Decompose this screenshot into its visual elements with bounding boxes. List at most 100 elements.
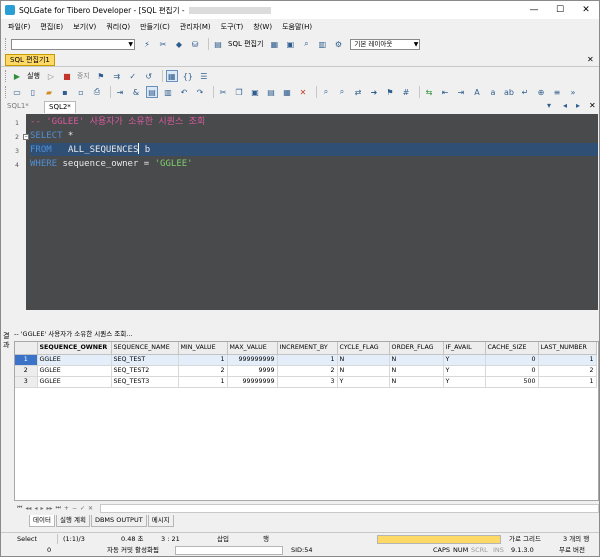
menu-help[interactable]: 도움말(H): [277, 22, 317, 32]
disconnect-icon[interactable]: ✂: [157, 38, 169, 50]
arrow-left-icon[interactable]: ◂: [563, 101, 567, 110]
menu-view[interactable]: 보기(V): [68, 22, 101, 32]
table-cell[interactable]: 1: [178, 376, 228, 388]
toggle-bookmark-icon[interactable]: ⇆: [423, 86, 435, 98]
menu-tools[interactable]: 도구(T): [216, 22, 249, 32]
sql-editor-button[interactable]: SQL 편집기: [228, 39, 263, 49]
next-bookmark-icon[interactable]: ⇥: [455, 86, 467, 98]
result-grid[interactable]: SEQUENCE_OWNER SEQUENCE_NAME MIN_VALUE M…: [14, 341, 599, 501]
database-icon[interactable]: ⛁: [189, 38, 201, 50]
fold-minus-icon[interactable]: −: [23, 134, 29, 140]
tab-dbms-output[interactable]: DBMS OUTPUT: [90, 515, 147, 527]
table-cell[interactable]: Y: [337, 376, 390, 388]
table-cell[interactable]: N: [389, 354, 444, 366]
grid-view-icon[interactable]: ▦: [165, 70, 178, 82]
close-tab-icon[interactable]: ✕: [587, 55, 594, 64]
report-icon[interactable]: ▥: [316, 38, 328, 50]
prev-bookmark-icon[interactable]: ⇤: [439, 86, 451, 98]
delete-icon[interactable]: ✕: [297, 86, 309, 98]
split-icon[interactable]: ▥: [162, 86, 174, 98]
table-cell[interactable]: Y: [443, 365, 486, 377]
table-cell[interactable]: N: [389, 365, 444, 377]
explain-icon[interactable]: ⚑: [95, 70, 107, 82]
close-editor-tab-icon[interactable]: ✕: [589, 101, 596, 110]
save-icon[interactable]: ▪: [59, 86, 71, 98]
goto-icon[interactable]: ➜: [368, 86, 380, 98]
open-file-icon[interactable]: ▯: [27, 86, 39, 98]
column-header[interactable]: CYCLE_FLAG: [337, 342, 390, 355]
lowercase-icon[interactable]: a: [487, 86, 499, 98]
delete-record-icon[interactable]: −: [72, 505, 77, 512]
connect-icon[interactable]: ⚡: [141, 38, 153, 50]
format-icon[interactable]: &: [130, 86, 142, 98]
table-cell[interactable]: 1: [538, 354, 597, 366]
table-cell[interactable]: N: [389, 376, 444, 388]
find-next-icon[interactable]: ⌕: [336, 86, 348, 98]
tab-messages[interactable]: 메시지: [147, 515, 174, 527]
column-header[interactable]: IF_AVAIL: [443, 342, 486, 355]
tab-sql1[interactable]: SQL1*: [3, 101, 33, 113]
table-cell[interactable]: 0: [485, 354, 539, 366]
table-cell[interactable]: Y: [443, 354, 486, 366]
add-record-icon[interactable]: +: [64, 505, 69, 512]
tab-sql-editor-1[interactable]: SQL 편집기1: [5, 54, 55, 66]
cancel-record-icon[interactable]: ✕: [88, 505, 93, 512]
comment-icon[interactable]: #: [400, 86, 412, 98]
table-row[interactable]: 1 GGLEE SEQ_TEST 1 999999999 1 N N Y 0 1: [15, 354, 597, 366]
copy-icon[interactable]: ❐: [233, 86, 245, 98]
table-row[interactable]: 3 GGLEE SEQ_TEST3 1 99999999 3 Y N Y 500…: [15, 376, 597, 388]
layout-toggle-icon[interactable]: ▤: [146, 86, 158, 98]
save-all-icon[interactable]: ▫: [75, 86, 87, 98]
menu-window[interactable]: 창(W): [248, 22, 277, 32]
column-header[interactable]: SEQUENCE_NAME: [111, 342, 179, 355]
prev-page-icon[interactable]: ◂◂: [25, 505, 31, 512]
row-number[interactable]: 3: [15, 376, 38, 388]
table-cell[interactable]: 2: [277, 365, 338, 377]
table-row[interactable]: 2 GGLEE SEQ_TEST2 2 9999 2 N N Y 0 2: [15, 365, 597, 377]
menu-admin[interactable]: 관리자(M): [175, 22, 216, 32]
braces-icon[interactable]: {}: [182, 70, 194, 82]
run-script-icon[interactable]: ⇉: [111, 70, 123, 82]
object-icon[interactable]: ▣: [284, 38, 296, 50]
table-cell[interactable]: GGLEE: [37, 354, 112, 366]
settings-icon[interactable]: ⚙: [332, 38, 344, 50]
post-record-icon[interactable]: ✓: [80, 505, 85, 512]
run-icon[interactable]: ▶: [11, 70, 23, 82]
column-header[interactable]: SEQUENCE_OWNER: [37, 342, 112, 355]
table-cell[interactable]: 9999: [227, 365, 278, 377]
next-page-icon[interactable]: ▸▸: [46, 505, 52, 512]
print-icon[interactable]: ⎙: [91, 86, 103, 98]
stop-icon[interactable]: ■: [61, 70, 73, 82]
connection-combo[interactable]: ▼: [11, 38, 135, 50]
table-cell[interactable]: 3: [277, 376, 338, 388]
table-cell[interactable]: GGLEE: [37, 365, 112, 377]
editor-result-splitter[interactable]: [1, 310, 599, 329]
new-file-icon[interactable]: ▭: [11, 86, 23, 98]
column-header[interactable]: MIN_VALUE: [178, 342, 228, 355]
stop-button[interactable]: 중지: [77, 71, 90, 81]
spellcheck-icon[interactable]: ab: [503, 86, 515, 98]
table-cell[interactable]: N: [337, 354, 390, 366]
first-record-icon[interactable]: ⏮: [17, 504, 22, 512]
commit-icon[interactable]: ✓: [127, 70, 139, 82]
menu-create[interactable]: 만들기(C): [135, 22, 175, 32]
cut-icon[interactable]: ✂: [217, 86, 229, 98]
paste-icon[interactable]: ▣: [249, 86, 261, 98]
next-record-icon[interactable]: ▸: [40, 505, 43, 512]
menu-file[interactable]: 파일(F): [3, 22, 35, 32]
sql-editor[interactable]: 1 2 3 4 − -- 'GGLEE' 사용자가 소유한 시퀀스 조회 SEL…: [8, 114, 598, 310]
column-header[interactable]: ORDER_FLAG: [389, 342, 444, 355]
redo-icon[interactable]: ↷: [194, 86, 206, 98]
table-cell[interactable]: 999999999: [227, 354, 278, 366]
table-cell[interactable]: 1: [178, 354, 228, 366]
row-number[interactable]: 1: [15, 354, 38, 366]
menu-query[interactable]: 쿼리(Q): [101, 22, 135, 32]
replace-icon[interactable]: ⇄: [352, 86, 364, 98]
select-all-icon[interactable]: ▦: [281, 86, 293, 98]
table-cell[interactable]: SEQ_TEST3: [111, 376, 179, 388]
table-cell[interactable]: 500: [485, 376, 539, 388]
column-header[interactable]: MAX_VALUE: [227, 342, 278, 355]
minimize-button[interactable]: —: [521, 1, 547, 19]
find-icon[interactable]: ⌕: [320, 86, 332, 98]
paste-special-icon[interactable]: ▤: [265, 86, 277, 98]
